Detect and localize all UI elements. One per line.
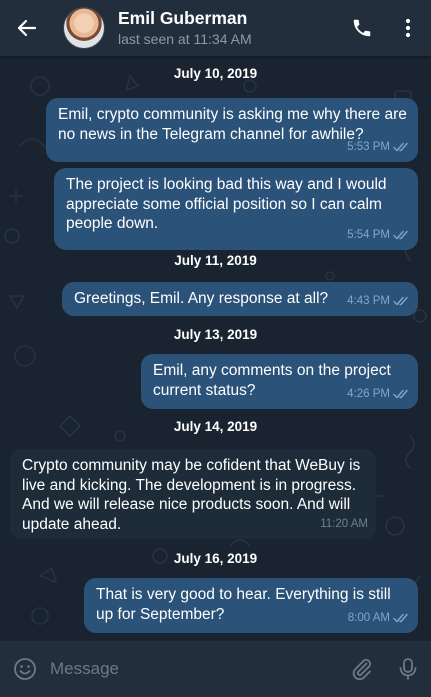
date-separator: July 14, 2019 <box>173 419 258 434</box>
chat-header: Emil Guberman last seen at 11:34 AM <box>0 0 431 56</box>
date-separator: July 16, 2019 <box>173 551 258 566</box>
phone-icon <box>353 19 371 37</box>
message-meta: 4:43 PM <box>347 292 410 312</box>
message-meta: 4:26 PM <box>347 385 410 405</box>
message-time: 5:53 PM <box>347 140 390 153</box>
contact-info[interactable]: Emil Guberman last seen at 11:34 AM <box>118 8 339 48</box>
more-vert-icon <box>405 18 411 38</box>
message-bubble-outgoing[interactable]: Emil, crypto community is asking me why … <box>46 98 418 162</box>
message-bubble-outgoing[interactable]: The project is looking bad this way and … <box>54 168 418 250</box>
message-bubble-outgoing[interactable]: Greetings, Emil. Any response at all? 4:… <box>62 282 418 316</box>
message-meta: 5:53 PM <box>347 138 410 158</box>
emoji-icon <box>14 658 36 680</box>
message-text: Crypto community may be cofident that We… <box>22 457 361 533</box>
message-input[interactable] <box>50 649 339 689</box>
double-check-icon <box>393 143 408 152</box>
message-time: 11:20 AM <box>320 517 368 530</box>
back-button[interactable] <box>0 0 54 56</box>
message-meta: 11:20 AM <box>320 515 368 535</box>
last-seen-status: last seen at 11:34 AM <box>118 31 252 47</box>
message-time: 8:00 AM <box>347 611 390 624</box>
date-separator: July 13, 2019 <box>173 327 258 342</box>
double-check-icon <box>393 297 408 306</box>
message-time: 4:26 PM <box>347 387 390 400</box>
message-bubble-outgoing[interactable]: That is very good to hear. Everything is… <box>84 578 418 633</box>
back-arrow-icon <box>17 19 37 37</box>
message-composer <box>0 641 431 697</box>
call-button[interactable] <box>339 0 385 56</box>
date-separator: July 10, 2019 <box>173 66 258 81</box>
microphone-icon <box>399 658 417 680</box>
message-text: Greetings, Emil. Any response at all? <box>74 290 329 307</box>
message-meta: 8:00 AM <box>348 609 410 629</box>
message-time: 4:43 PM <box>347 294 390 307</box>
message-time: 5:54 PM <box>347 228 390 241</box>
double-check-icon <box>393 231 408 240</box>
emoji-button[interactable] <box>0 641 50 697</box>
paperclip-icon <box>352 659 371 681</box>
message-meta: 5:54 PM <box>347 226 410 246</box>
message-bubble-incoming[interactable]: Crypto community may be cofident that We… <box>10 449 376 539</box>
voice-message-button[interactable] <box>385 641 431 697</box>
attach-button[interactable] <box>339 641 385 697</box>
message-list[interactable]: July 10, 2019 Emil, crypto community is … <box>0 56 431 641</box>
date-separator: July 11, 2019 <box>174 253 257 268</box>
double-check-icon <box>393 614 408 623</box>
avatar[interactable] <box>63 7 105 49</box>
double-check-icon <box>393 390 408 399</box>
more-options-button[interactable] <box>385 0 431 56</box>
message-bubble-outgoing[interactable]: Emil, any comments on the project curren… <box>141 354 418 409</box>
contact-name: Emil Guberman <box>118 8 248 28</box>
